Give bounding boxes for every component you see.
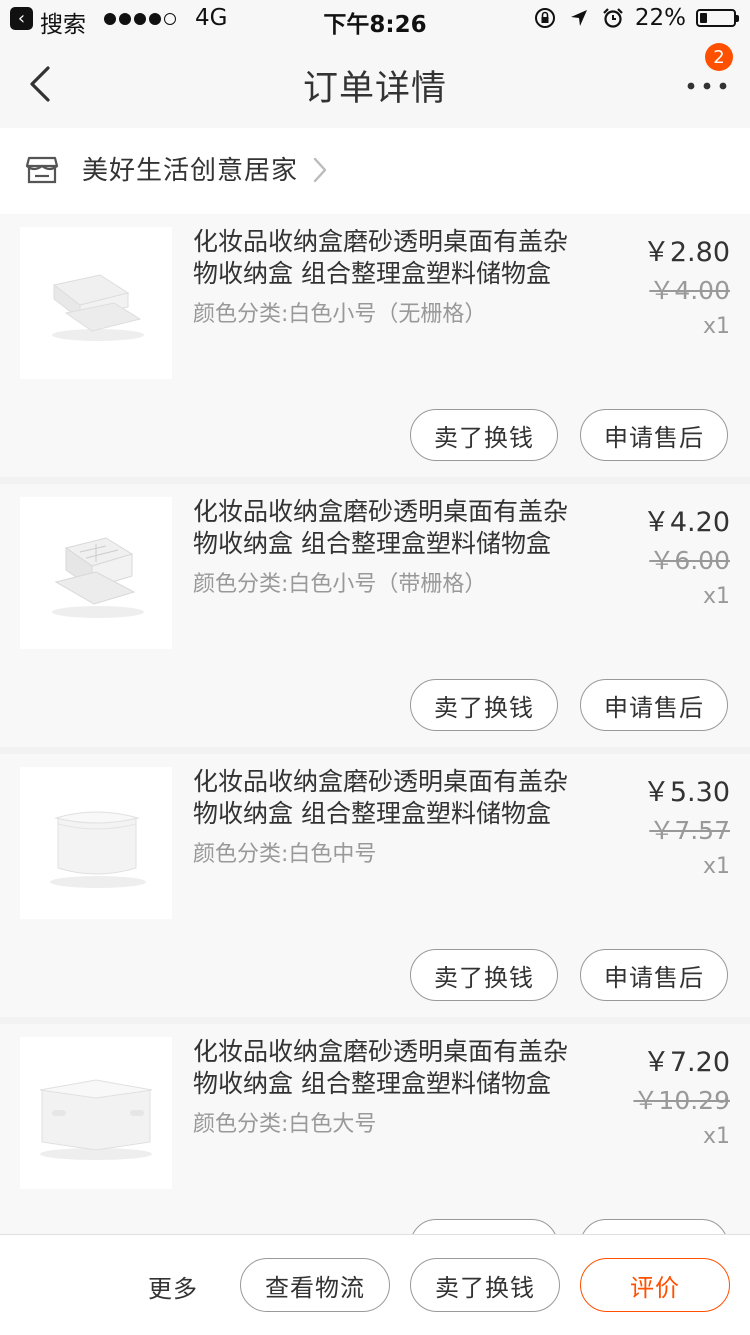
product-price: ￥4.20: [642, 507, 730, 538]
sell-for-cash-button[interactable]: 卖了换钱: [410, 409, 558, 461]
notification-badge: 2: [705, 43, 733, 71]
product-box-image: [52, 274, 144, 341]
original-price: ￥10.29: [633, 1086, 730, 1115]
chevron-right-icon: [313, 157, 327, 183]
original-price: ￥6.00: [649, 546, 730, 575]
alarm-icon: [601, 6, 625, 30]
shop-icon: [25, 156, 59, 184]
view-logistics-button[interactable]: 查看物流: [240, 1258, 390, 1312]
original-price: ￥7.57: [649, 816, 730, 845]
after-sale-button[interactable]: 申请售后: [580, 409, 728, 461]
product-quantity: x1: [702, 584, 730, 609]
product-quantity: x1: [702, 314, 730, 339]
shop-row[interactable]: 美好生活创意居家: [0, 128, 750, 214]
original-price: ￥4.00: [649, 276, 730, 305]
product-image[interactable]: [20, 497, 172, 649]
product-quantity: x1: [702, 1124, 730, 1149]
product-image[interactable]: [20, 1037, 172, 1189]
product-quantity: x1: [702, 854, 730, 879]
rotation-lock-icon: [533, 6, 557, 30]
product-sku: 颜色分类:白色小号（带栅格）: [193, 572, 487, 597]
sell-for-cash-button[interactable]: 卖了换钱: [410, 1258, 560, 1312]
product-box-image: [52, 537, 144, 618]
page-title: 订单详情: [302, 69, 447, 109]
product-price: ￥7.20: [642, 1047, 730, 1078]
battery-icon: [696, 9, 739, 27]
product-box-image: [39, 1079, 153, 1160]
bottom-action-bar: 更多 查看物流 卖了换钱 评价: [0, 1234, 750, 1335]
sell-for-cash-button[interactable]: 卖了换钱: [410, 679, 558, 731]
product-sku: 颜色分类:白色中号: [193, 842, 377, 867]
after-sale-button[interactable]: 申请售后: [580, 949, 728, 1001]
shop-name[interactable]: 美好生活创意居家: [82, 150, 298, 187]
product-title[interactable]: 化妆品收纳盒磨砂透明桌面有盖杂物收纳盒 组合整理盒塑料储物盒: [193, 766, 573, 830]
order-item[interactable]: 化妆品收纳盒磨砂透明桌面有盖杂物收纳盒 组合整理盒塑料储物盒 颜色分类:白色小号…: [0, 214, 750, 477]
product-sku: 颜色分类:白色大号: [193, 1112, 377, 1137]
product-image[interactable]: [20, 767, 172, 919]
navigation-bar: 订单详情 2: [0, 40, 750, 128]
battery-percent: 22%: [634, 5, 686, 31]
product-image[interactable]: [20, 227, 172, 379]
more-actions-button[interactable]: 更多: [148, 1269, 198, 1304]
product-title[interactable]: 化妆品收纳盒磨砂透明桌面有盖杂物收纳盒 组合整理盒塑料储物盒: [193, 1036, 573, 1100]
product-price: ￥5.30: [642, 777, 730, 808]
sell-for-cash-button[interactable]: 卖了换钱: [410, 949, 558, 1001]
product-title[interactable]: 化妆品收纳盒磨砂透明桌面有盖杂物收纳盒 组合整理盒塑料储物盒: [193, 496, 573, 560]
status-bar: ‹ 搜索 4G 下午8:26 22%: [0, 0, 750, 40]
product-price: ￥2.80: [642, 237, 730, 268]
product-box-image: [50, 811, 146, 888]
review-button[interactable]: 评价: [580, 1258, 730, 1312]
after-sale-button[interactable]: 申请售后: [580, 679, 728, 731]
product-title[interactable]: 化妆品收纳盒磨砂透明桌面有盖杂物收纳盒 组合整理盒塑料储物盒: [193, 226, 573, 290]
order-item[interactable]: 化妆品收纳盒磨砂透明桌面有盖杂物收纳盒 组合整理盒塑料储物盒 颜色分类:白色中号…: [0, 754, 750, 1017]
product-sku: 颜色分类:白色小号（无栅格）: [193, 302, 487, 327]
order-item[interactable]: 化妆品收纳盒磨砂透明桌面有盖杂物收纳盒 组合整理盒塑料储物盒 颜色分类:白色小号…: [0, 484, 750, 747]
location-arrow-icon: [567, 6, 591, 30]
